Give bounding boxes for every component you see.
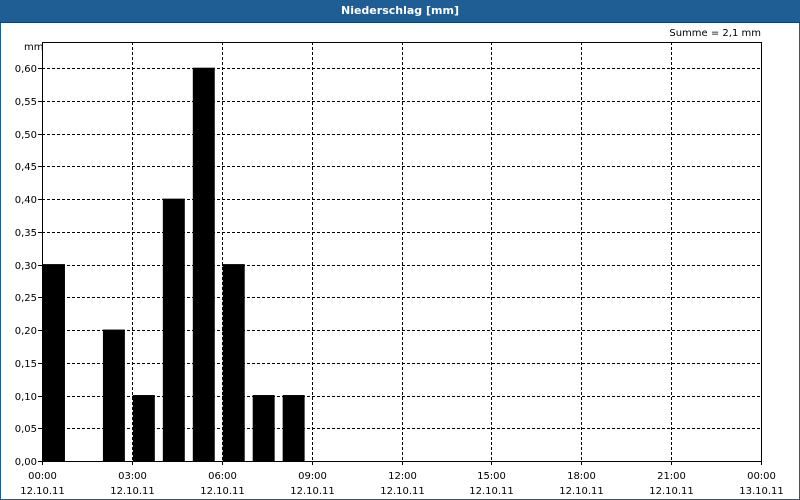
y-tick-label: 0,30 — [15, 261, 37, 272]
x-tick-date-label: 12.10.11 — [110, 486, 155, 497]
x-tick-date-label: 12.10.11 — [290, 486, 335, 497]
y-tick-label: 0,10 — [15, 392, 37, 403]
y-tick-label: 0,25 — [15, 293, 37, 304]
y-tick-label: 0,20 — [15, 326, 37, 337]
precip-bar — [102, 329, 125, 462]
precip-bar — [222, 264, 245, 462]
y-tick-label: 0,60 — [15, 64, 37, 75]
y-tick-label: 0,40 — [15, 195, 37, 206]
y-axis-unit-label: mm — [24, 42, 43, 53]
y-tick-label: 0,45 — [15, 162, 37, 173]
x-tick-date-label: 12.10.11 — [380, 486, 425, 497]
precip-bar — [162, 198, 185, 462]
sum-annotation: Summe = 2,1 mm — [669, 28, 761, 39]
x-tick-time-label: 15:00 — [477, 471, 506, 482]
precip-bar — [43, 264, 65, 462]
precip-bar — [192, 67, 215, 462]
x-tick-date-label: 12.10.11 — [200, 486, 245, 497]
x-tick-date-label: 12.10.11 — [649, 486, 694, 497]
precip-bar — [252, 395, 275, 462]
y-tick-label: 0,50 — [15, 130, 37, 141]
x-tick-time-label: 00:00 — [747, 471, 776, 482]
x-tick-time-label: 03:00 — [118, 471, 147, 482]
x-tick-time-label: 18:00 — [567, 471, 596, 482]
x-tick-time-label: 21:00 — [657, 471, 686, 482]
x-tick-time-label: 12:00 — [388, 471, 417, 482]
x-tick-date-label: 12.10.11 — [559, 486, 604, 497]
y-tick-label: 0,00 — [15, 457, 37, 468]
x-tick-date-label: 12.10.11 — [469, 486, 514, 497]
precipitation-chart: 0,00 0,05 0,10 0,15 0,20 0,25 0,30 0,35 0,40 0,45… — [15, 28, 784, 497]
x-axis-ticks: 00:00 12.10.11 03:00 12.10.11 06:00 12.10.11 0… — [20, 461, 784, 497]
x-tick-date-label: 13.10.11 — [739, 486, 784, 497]
y-tick-label: 0,35 — [15, 228, 37, 239]
x-tick-time-label: 09:00 — [298, 471, 327, 482]
precip-bar — [282, 395, 305, 462]
y-tick-label: 0,05 — [15, 424, 37, 435]
bar-series — [43, 67, 305, 462]
x-tick-time-label: 06:00 — [208, 471, 237, 482]
y-axis-ticks: 0,00 0,05 0,10 0,15 0,20 0,25 0,30 0,35 0,40 0,45… — [15, 64, 42, 468]
y-tick-label: 0,55 — [15, 97, 37, 108]
precip-bar — [132, 395, 155, 462]
y-tick-label: 0,15 — [15, 359, 37, 370]
x-tick-date-label: 12.10.11 — [20, 486, 65, 497]
x-tick-time-label: 00:00 — [28, 471, 57, 482]
